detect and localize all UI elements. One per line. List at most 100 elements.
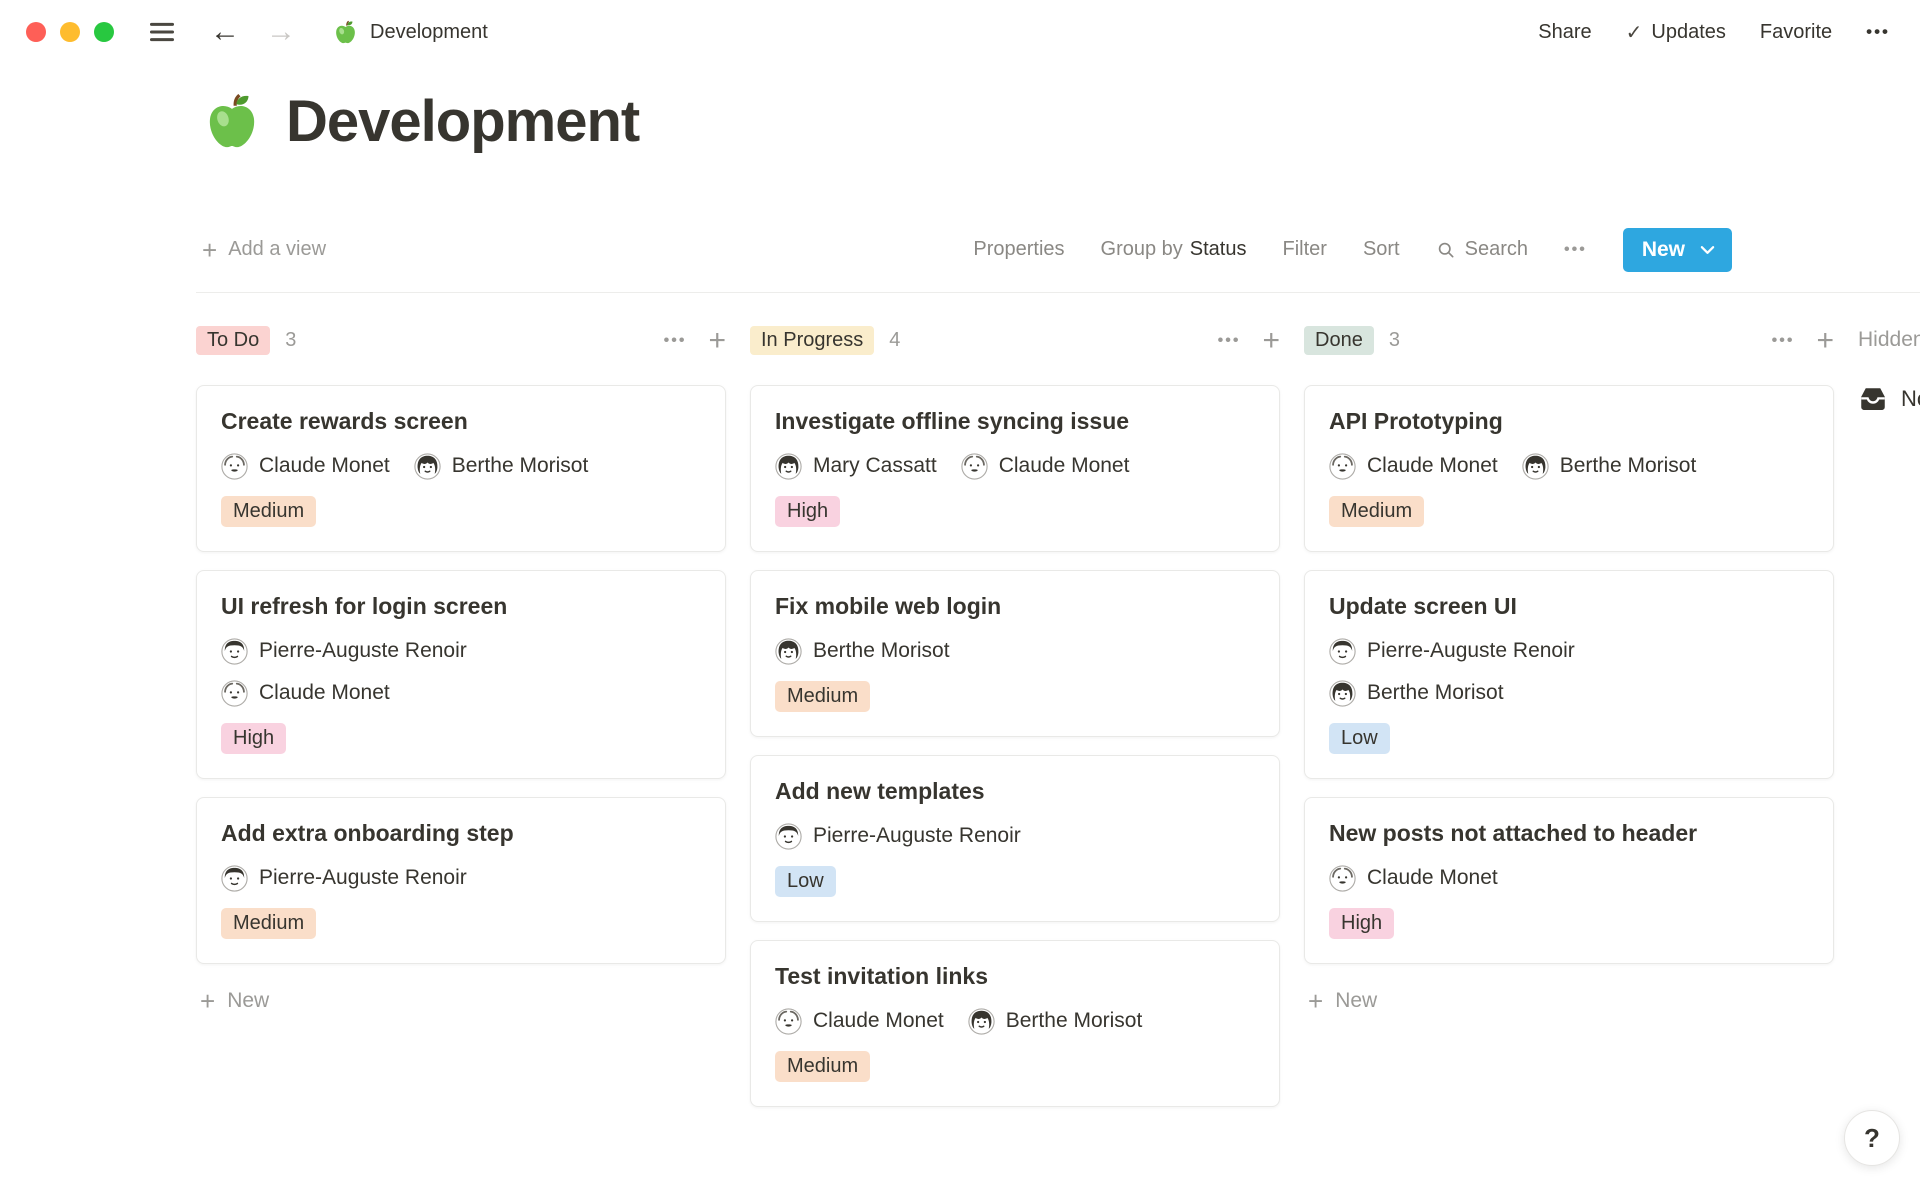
check-icon: ✓ (1626, 20, 1643, 45)
assignee-name: Berthe Morisot (1367, 681, 1504, 705)
avatar (775, 453, 802, 480)
avatar (1329, 865, 1356, 892)
assignee-name: Claude Monet (813, 1009, 944, 1033)
add-view-label: Add a view (228, 238, 326, 261)
column-status-pill[interactable]: Done (1304, 326, 1374, 355)
column-status-pill[interactable]: In Progress (750, 326, 874, 355)
page-title-emoji-icon[interactable] (200, 90, 264, 154)
kanban-card[interactable]: Add extra onboarding step Pierre-Auguste… (196, 797, 726, 964)
avatar (221, 680, 248, 707)
filter-button[interactable]: Filter (1282, 238, 1326, 261)
assignee: Berthe Morisot (1329, 680, 1504, 707)
updates-button[interactable]: ✓ Updates (1626, 20, 1726, 45)
hidden-columns-section: Hidden columns No Status (1858, 323, 1920, 414)
column-more-button[interactable]: ••• (664, 332, 687, 350)
priority-badge: High (1329, 908, 1394, 939)
avatar (1329, 680, 1356, 707)
priority-badge: High (775, 496, 840, 527)
assignee-name: Pierre-Auguste Renoir (813, 824, 1021, 848)
column-more-button[interactable]: ••• (1218, 332, 1241, 350)
zoom-window-button[interactable] (94, 22, 114, 42)
add-card-button[interactable]: + New (200, 988, 726, 1014)
avatar (1329, 453, 1356, 480)
properties-button[interactable]: Properties (973, 238, 1064, 261)
sort-button[interactable]: Sort (1363, 238, 1400, 261)
hidden-group-no-status[interactable]: No Status (1858, 384, 1920, 414)
column-count: 4 (889, 329, 900, 352)
toolbar-more-button[interactable]: ••• (1564, 241, 1587, 259)
hidden-columns-header: Hidden columns (1858, 328, 1920, 352)
assignee: Berthe Morisot (968, 1008, 1143, 1035)
assignee-name: Mary Cassatt (813, 454, 937, 478)
priority-badge: Medium (221, 496, 316, 527)
share-button[interactable]: Share (1538, 21, 1591, 44)
page-title[interactable]: Development (286, 89, 639, 156)
kanban-card[interactable]: Fix mobile web login Berthe Morisot Medi… (750, 570, 1280, 737)
search-button[interactable]: Search (1436, 238, 1528, 261)
help-button[interactable]: ? (1844, 1110, 1900, 1166)
more-options-button[interactable]: ••• (1866, 22, 1890, 42)
assignee: Claude Monet (1329, 453, 1498, 480)
assignee-name: Claude Monet (1367, 454, 1498, 478)
column-status-pill[interactable]: To Do (196, 326, 270, 355)
column-add-button[interactable]: + (708, 329, 726, 353)
add-view-button[interactable]: + Add a view (202, 237, 326, 263)
kanban-card[interactable]: New posts not attached to header Claude … (1304, 797, 1834, 964)
assignee: Berthe Morisot (775, 638, 950, 665)
plus-icon: + (202, 237, 217, 263)
chevron-down-icon (1700, 245, 1715, 255)
search-label: Search (1465, 238, 1528, 261)
card-title: New posts not attached to header (1329, 820, 1809, 847)
back-button[interactable]: ← (210, 17, 240, 47)
minimize-window-button[interactable] (60, 22, 80, 42)
assignee: Claude Monet (221, 453, 390, 480)
card-title: Create rewards screen (221, 408, 701, 435)
avatar (221, 453, 248, 480)
updates-label: Updates (1651, 21, 1726, 44)
assignee: Pierre-Auguste Renoir (221, 865, 467, 892)
assignee: Pierre-Auguste Renoir (1329, 638, 1575, 665)
avatar (775, 1008, 802, 1035)
forward-button[interactable]: → (266, 17, 296, 47)
card-title: Test invitation links (775, 963, 1255, 990)
assignee-name: Pierre-Auguste Renoir (259, 639, 467, 663)
assignee-name: Claude Monet (259, 454, 390, 478)
kanban-card[interactable]: Update screen UI Pierre-Auguste Renoir B… (1304, 570, 1834, 779)
avatar (1329, 638, 1356, 665)
assignee-name: Claude Monet (1367, 866, 1498, 890)
assignee-name: Pierre-Auguste Renoir (1367, 639, 1575, 663)
group-by-button[interactable]: Group byStatus (1101, 238, 1247, 261)
kanban-card[interactable]: Add new templates Pierre-Auguste Renoir … (750, 755, 1280, 922)
assignee: Berthe Morisot (1522, 453, 1697, 480)
close-window-button[interactable] (26, 22, 46, 42)
add-card-button[interactable]: + New (1308, 988, 1834, 1014)
assignee: Claude Monet (775, 1008, 944, 1035)
priority-badge: Low (1329, 723, 1390, 754)
kanban-board: To Do 3 ••• + Create rewards screen Clau… (196, 323, 1920, 1125)
group-by-label: Group by (1101, 238, 1183, 260)
column-more-button[interactable]: ••• (1772, 332, 1795, 350)
new-button-label: New (1642, 238, 1685, 262)
plus-icon: + (200, 988, 215, 1014)
kanban-card[interactable]: Investigate offline syncing issue Mary C… (750, 385, 1280, 552)
column-count: 3 (285, 329, 296, 352)
hidden-group-label: No Status (1901, 386, 1920, 412)
avatar (414, 453, 441, 480)
kanban-card[interactable]: Create rewards screen Claude Monet Berth… (196, 385, 726, 552)
card-title: UI refresh for login screen (221, 593, 701, 620)
kanban-card[interactable]: API Prototyping Claude Monet Berthe Mori… (1304, 385, 1834, 552)
column-add-button[interactable]: + (1816, 329, 1834, 353)
breadcrumb[interactable]: Development (332, 19, 488, 46)
kanban-card[interactable]: UI refresh for login screen Pierre-Augus… (196, 570, 726, 779)
favorite-button[interactable]: Favorite (1760, 21, 1832, 44)
new-button[interactable]: New (1623, 228, 1732, 272)
kanban-card[interactable]: Test invitation links Claude Monet Berth… (750, 940, 1280, 1107)
assignee: Pierre-Auguste Renoir (221, 638, 467, 665)
priority-badge: Medium (775, 681, 870, 712)
assignee: Claude Monet (221, 680, 390, 707)
sidebar-toggle-button[interactable] (146, 16, 178, 48)
priority-badge: Medium (1329, 496, 1424, 527)
plus-icon: + (1308, 988, 1323, 1014)
traffic-lights (26, 22, 114, 42)
column-add-button[interactable]: + (1262, 329, 1280, 353)
